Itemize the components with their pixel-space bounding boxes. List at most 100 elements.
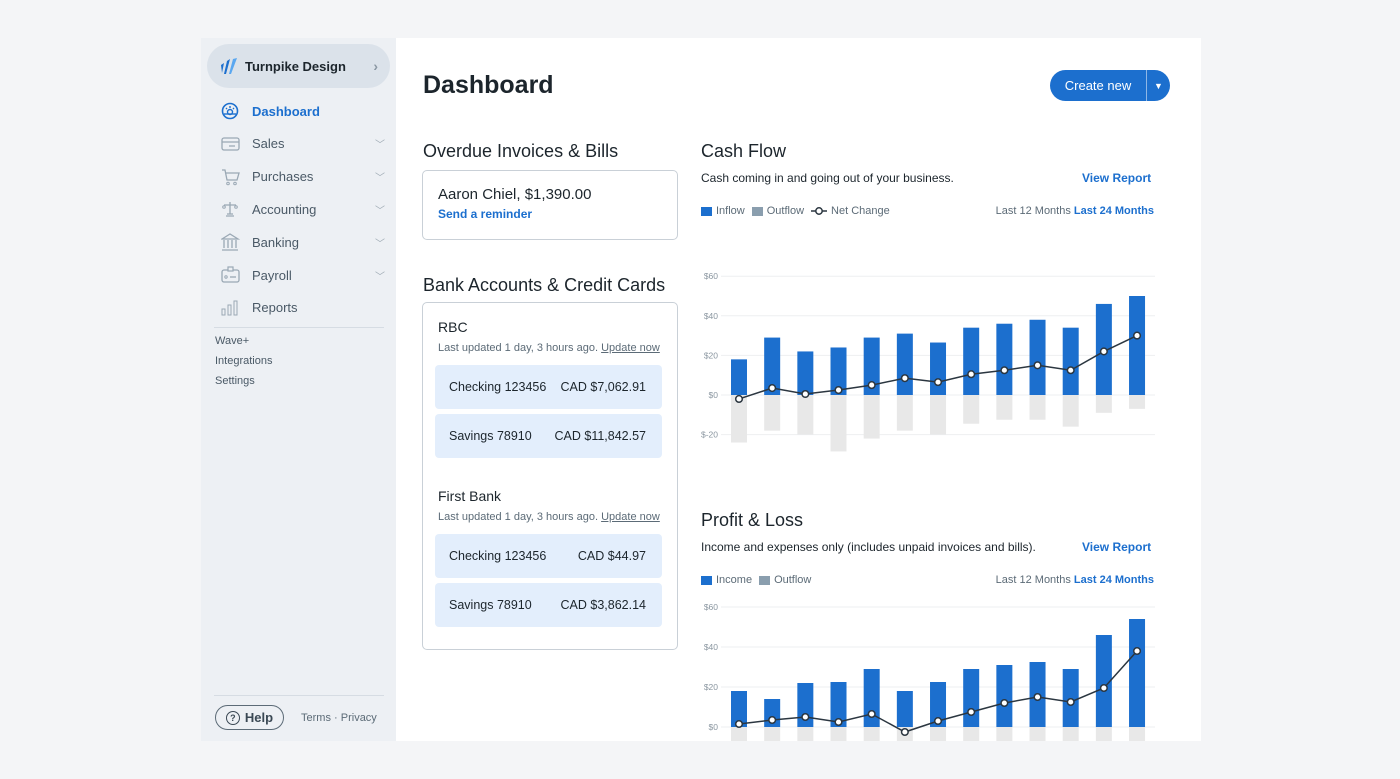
sidebar-item-accounting[interactable]: Accounting ﹀ xyxy=(220,200,385,218)
y-tick-label: $60 xyxy=(704,271,718,281)
account-balance: CAD $7,062.91 xyxy=(560,380,646,394)
profit-loss-legend: Income Outflow xyxy=(701,574,811,586)
outflow-bar xyxy=(1129,727,1146,741)
business-name: Turnpike Design xyxy=(245,58,346,74)
send-reminder-link[interactable]: Send a reminder xyxy=(438,207,532,221)
cash-flow-chart: $60$40$20$0$-20$-40Aug17Sep17Oct17Nov17D… xyxy=(701,271,1155,470)
profit-loss-subtitle: Income and expenses only (includes unpai… xyxy=(701,540,1036,554)
cash-flow-view-report-link[interactable]: View Report xyxy=(1082,171,1151,185)
chevron-right-icon: › xyxy=(373,58,378,74)
outflow-bar xyxy=(797,395,814,435)
net-change-point xyxy=(900,374,909,383)
outflow-bar xyxy=(1062,727,1079,741)
cart-icon xyxy=(220,168,240,186)
profit-loss-title: Profit & Loss xyxy=(701,510,804,530)
inflow-bar xyxy=(896,691,913,727)
terms-link[interactable]: Terms xyxy=(301,712,331,724)
sidebar-item-dashboard[interactable]: Dashboard xyxy=(220,102,385,120)
chevron-down-icon: ﹀ xyxy=(375,205,385,217)
account-row[interactable]: Savings 78910 CAD $11,842.57 xyxy=(435,414,662,458)
net-change-point xyxy=(867,381,876,390)
sidebar-item-purchases[interactable]: Purchases ﹀ xyxy=(220,168,385,186)
net-change-point xyxy=(834,386,843,395)
sidebar-item-reports[interactable]: Reports xyxy=(220,299,385,317)
help-label: Help xyxy=(244,710,274,725)
inflow-bar xyxy=(863,669,880,727)
range-12-months[interactable]: Last 12 Months xyxy=(996,205,1071,217)
legend-net-change: Net Change xyxy=(831,205,890,217)
outflow-bar xyxy=(830,395,847,452)
sidebar-link-wave-plus[interactable]: Wave+ xyxy=(215,335,249,347)
privacy-link[interactable]: Privacy xyxy=(341,712,377,724)
range-12-months[interactable]: Last 12 Months xyxy=(996,574,1071,586)
sidebar-item-payroll[interactable]: Payroll ﹀ xyxy=(220,266,385,284)
y-tick-label: $0 xyxy=(709,722,719,732)
separator: · xyxy=(334,712,338,724)
net-change-point xyxy=(801,389,810,399)
cash-flow-title: Cash Flow xyxy=(701,141,787,161)
create-new-button-group: Create new ▼ xyxy=(1050,70,1170,101)
net-change-point xyxy=(734,394,744,404)
account-name: Savings 78910 xyxy=(449,429,532,443)
overdue-item: Aaron Chiel, $1,390.00 xyxy=(438,186,592,203)
account-row[interactable]: Checking 123456 CAD $7,062.91 xyxy=(435,365,662,409)
outflow-bar xyxy=(1095,727,1112,741)
outflow-bar xyxy=(764,727,781,741)
net-change-point xyxy=(768,715,777,725)
sidebar-link-integrations[interactable]: Integrations xyxy=(215,355,272,367)
outflow-bar xyxy=(731,727,747,741)
create-new-button[interactable]: Create new xyxy=(1050,70,1147,101)
inflow-bar xyxy=(1029,319,1046,395)
help-button[interactable]: ? Help xyxy=(215,705,284,730)
sidebar-item-sales[interactable]: Sales ﹀ xyxy=(220,135,385,153)
business-switcher[interactable]: Turnpike Design › xyxy=(207,44,390,88)
account-row[interactable]: Savings 78910 CAD $3,862.14 xyxy=(435,583,662,627)
sidebar-item-label: Sales xyxy=(252,136,285,152)
account-balance: CAD $3,862.14 xyxy=(560,598,646,612)
range-24-months[interactable]: Last 24 Months xyxy=(1074,205,1154,217)
outflow-bar xyxy=(863,727,880,741)
net-change-point xyxy=(867,709,876,719)
y-tick-label: $20 xyxy=(704,350,718,360)
y-tick-label: $0 xyxy=(709,390,719,400)
update-now-link[interactable]: Update now xyxy=(601,342,660,354)
outflow-bar xyxy=(1062,395,1079,427)
payroll-badge-icon xyxy=(220,266,240,284)
update-now-link[interactable]: Update now xyxy=(601,511,660,523)
sidebar-item-banking[interactable]: Banking ﹀ xyxy=(220,233,385,251)
sidebar-link-settings[interactable]: Settings xyxy=(215,375,255,387)
outflow-bar xyxy=(764,395,781,431)
outflow-bar xyxy=(896,395,913,431)
inflow-bar xyxy=(930,342,947,395)
bank-name: First Bank xyxy=(438,488,502,504)
inflow-bar xyxy=(996,323,1013,395)
bank-accounts-title: Bank Accounts & Credit Cards xyxy=(423,275,666,295)
net-change-point xyxy=(1066,366,1075,375)
overdue-card: Aaron Chiel, $1,390.00 Send a reminder xyxy=(422,170,678,240)
divider xyxy=(214,327,384,328)
page-title: Dashboard xyxy=(423,71,554,99)
y-tick-label: $-20 xyxy=(701,430,718,440)
range-24-months[interactable]: Last 24 Months xyxy=(1074,574,1154,586)
legend-outflow: Outflow xyxy=(774,574,812,586)
outflow-bar xyxy=(797,727,814,741)
legend-inflow: Inflow xyxy=(716,205,745,217)
profit-loss-view-report-link[interactable]: View Report xyxy=(1082,540,1151,554)
sidebar-item-label: Reports xyxy=(252,300,298,316)
sidebar: Turnpike Design › Dashboard Sales ﹀ Purchas… xyxy=(201,38,396,741)
bank-name: RBC xyxy=(438,319,468,335)
app-window: Turnpike Design › Dashboard Sales ﹀ Purchas… xyxy=(201,38,1201,741)
divider xyxy=(214,695,384,696)
create-new-dropdown-caret-icon[interactable]: ▼ xyxy=(1147,70,1170,101)
account-row[interactable]: Checking 123456 CAD $44.97 xyxy=(435,534,662,578)
net-change-point xyxy=(801,712,810,722)
outflow-bar xyxy=(963,395,980,424)
inflow-bar xyxy=(731,359,747,395)
overdue-title: Overdue Invoices & Bills xyxy=(423,141,619,161)
legend-outflow: Outflow xyxy=(766,205,805,217)
last-updated: Last updated 1 day, 3 hours ago. xyxy=(438,342,599,354)
inflow-bar xyxy=(896,333,913,395)
outflow-bar xyxy=(1129,395,1146,409)
net-change-point xyxy=(1000,366,1009,375)
net-change-point xyxy=(734,719,744,729)
